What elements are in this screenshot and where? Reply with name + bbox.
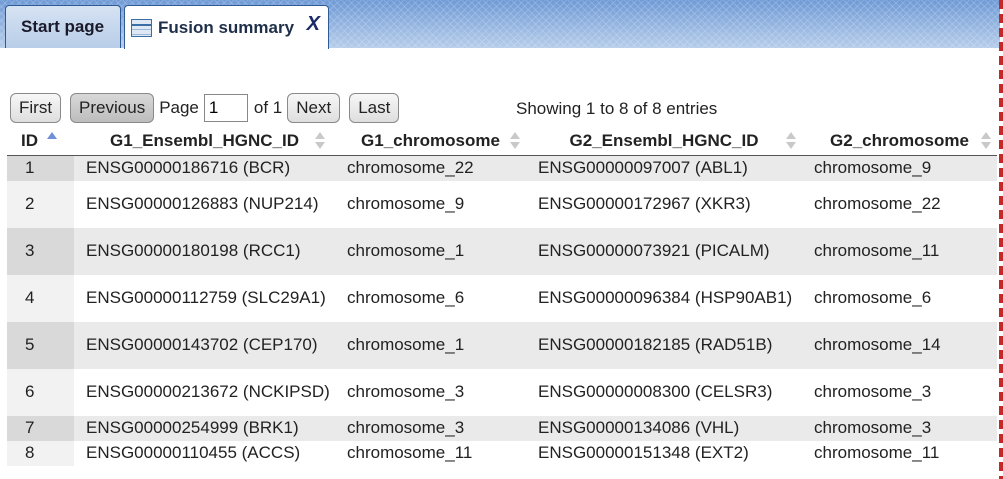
first-page-button[interactable]: First <box>10 93 62 123</box>
cell-g2-chromosome: chromosome_9 <box>802 155 997 181</box>
cell-g2-id: ENSG00000172967 (XKR3) <box>526 180 802 228</box>
cell-g1-id: ENSG00000143702 (CEP170) <box>74 321 335 369</box>
cell-id: 8 <box>7 440 74 466</box>
page-label: Page <box>159 98 199 117</box>
cell-g2-chromosome: chromosome_11 <box>802 440 997 466</box>
table-icon <box>131 18 152 37</box>
cell-g2-id: ENSG00000096384 (HSP90AB1) <box>526 274 802 322</box>
cell-g2-id: ENSG00000073921 (PICALM) <box>526 227 802 275</box>
table-row[interactable]: 5 ENSG00000143702 (CEP170) chromosome_1 … <box>7 321 997 369</box>
last-page-button[interactable]: Last <box>349 93 400 123</box>
cell-g1-chromosome: chromosome_3 <box>335 415 526 441</box>
pagination-bar: First Previous Page of 1 Next Last <box>10 92 400 124</box>
cell-g1-chromosome: chromosome_11 <box>335 440 526 466</box>
cell-id: 5 <box>7 321 74 369</box>
tab-fusion-summary-label: Fusion summary <box>158 17 295 37</box>
page-count-label: of 1 <box>253 98 283 117</box>
entries-info: Showing 1 to 8 of 8 entries <box>516 99 718 118</box>
previous-page-button[interactable]: Previous <box>70 93 155 123</box>
cell-g1-id: ENSG00000110455 (ACCS) <box>74 440 335 466</box>
cell-id: 1 <box>7 155 74 181</box>
column-header-g2-chromosome[interactable]: G2_chromosome <box>802 127 997 156</box>
window-edge <box>999 0 1003 479</box>
column-header-id[interactable]: ID <box>7 127 74 156</box>
cell-g1-chromosome: chromosome_1 <box>335 227 526 275</box>
cell-g1-id: ENSG00000180198 (RCC1) <box>74 227 335 275</box>
tab-fusion-summary[interactable]: Fusion summary X <box>124 5 329 49</box>
tab-strip: Start page Fusion summary X <box>0 0 1000 49</box>
cell-g2-chromosome: chromosome_3 <box>802 415 997 441</box>
cell-g1-id: ENSG00000186716 (BCR) <box>74 155 335 181</box>
cell-g1-id: ENSG00000254999 (BRK1) <box>74 415 335 441</box>
cell-g1-chromosome: chromosome_22 <box>335 155 526 181</box>
cell-g2-id: ENSG00000182185 (RAD51B) <box>526 321 802 369</box>
cell-g1-chromosome: chromosome_9 <box>335 180 526 228</box>
cell-id: 3 <box>7 227 74 275</box>
cell-g2-id: ENSG00000008300 (CELSR3) <box>526 368 802 416</box>
sort-ascending-icon <box>47 132 57 150</box>
table-row[interactable]: 6 ENSG00000213672 (NCKIPSD) chromosome_3… <box>7 368 997 416</box>
tab-start-page-label: Start page <box>21 17 105 36</box>
sort-arrows-icon <box>786 132 796 150</box>
close-tab-icon[interactable]: X <box>307 13 320 36</box>
cell-g2-chromosome: chromosome_6 <box>802 274 997 322</box>
table-row[interactable]: 3 ENSG00000180198 (RCC1) chromosome_1 EN… <box>7 227 997 275</box>
table-row[interactable]: 1 ENSG00000186716 (BCR) chromosome_22 EN… <box>7 155 997 181</box>
cell-g1-chromosome: chromosome_6 <box>335 274 526 322</box>
cell-g1-id: ENSG00000112759 (SLC29A1) <box>74 274 335 322</box>
column-header-g2-ensembl-hgnc-id[interactable]: G2_Ensembl_HGNC_ID <box>526 127 802 156</box>
table-row[interactable]: 7 ENSG00000254999 (BRK1) chromosome_3 EN… <box>7 415 997 441</box>
table-row[interactable]: 8 ENSG00000110455 (ACCS) chromosome_11 E… <box>7 440 997 466</box>
cell-g1-chromosome: chromosome_3 <box>335 368 526 416</box>
sort-arrows-icon <box>510 132 520 150</box>
fusion-summary-table: ID G1_Ensembl_HGNC_ID G1_chromosome G2_E… <box>7 127 997 466</box>
cell-g1-chromosome: chromosome_1 <box>335 321 526 369</box>
page-number-input[interactable] <box>203 94 248 122</box>
cell-g2-chromosome: chromosome_11 <box>802 227 997 275</box>
sort-arrows-icon <box>315 132 325 150</box>
cell-g2-chromosome: chromosome_22 <box>802 180 997 228</box>
cell-g1-id: ENSG00000126883 (NUP214) <box>74 180 335 228</box>
cell-id: 6 <box>7 368 74 416</box>
cell-id: 7 <box>7 415 74 441</box>
column-header-g1-ensembl-hgnc-id[interactable]: G1_Ensembl_HGNC_ID <box>74 127 335 156</box>
sort-arrows-icon <box>981 132 991 150</box>
cell-g2-id: ENSG00000134086 (VHL) <box>526 415 802 441</box>
cell-g2-chromosome: chromosome_3 <box>802 368 997 416</box>
cell-g2-id: ENSG00000097007 (ABL1) <box>526 155 802 181</box>
cell-id: 2 <box>7 180 74 228</box>
next-page-button[interactable]: Next <box>287 93 341 123</box>
cell-g2-id: ENSG00000151348 (EXT2) <box>526 440 802 466</box>
tab-start-page[interactable]: Start page <box>5 5 121 48</box>
table-row[interactable]: 4 ENSG00000112759 (SLC29A1) chromosome_6… <box>7 274 997 322</box>
table-row[interactable]: 2 ENSG00000126883 (NUP214) chromosome_9 … <box>7 180 997 228</box>
table-header-row: ID G1_Ensembl_HGNC_ID G1_chromosome G2_E… <box>7 127 997 156</box>
cell-g2-chromosome: chromosome_14 <box>802 321 997 369</box>
cell-g1-id: ENSG00000213672 (NCKIPSD) <box>74 368 335 416</box>
column-header-g1-chromosome[interactable]: G1_chromosome <box>335 127 526 156</box>
cell-id: 4 <box>7 274 74 322</box>
